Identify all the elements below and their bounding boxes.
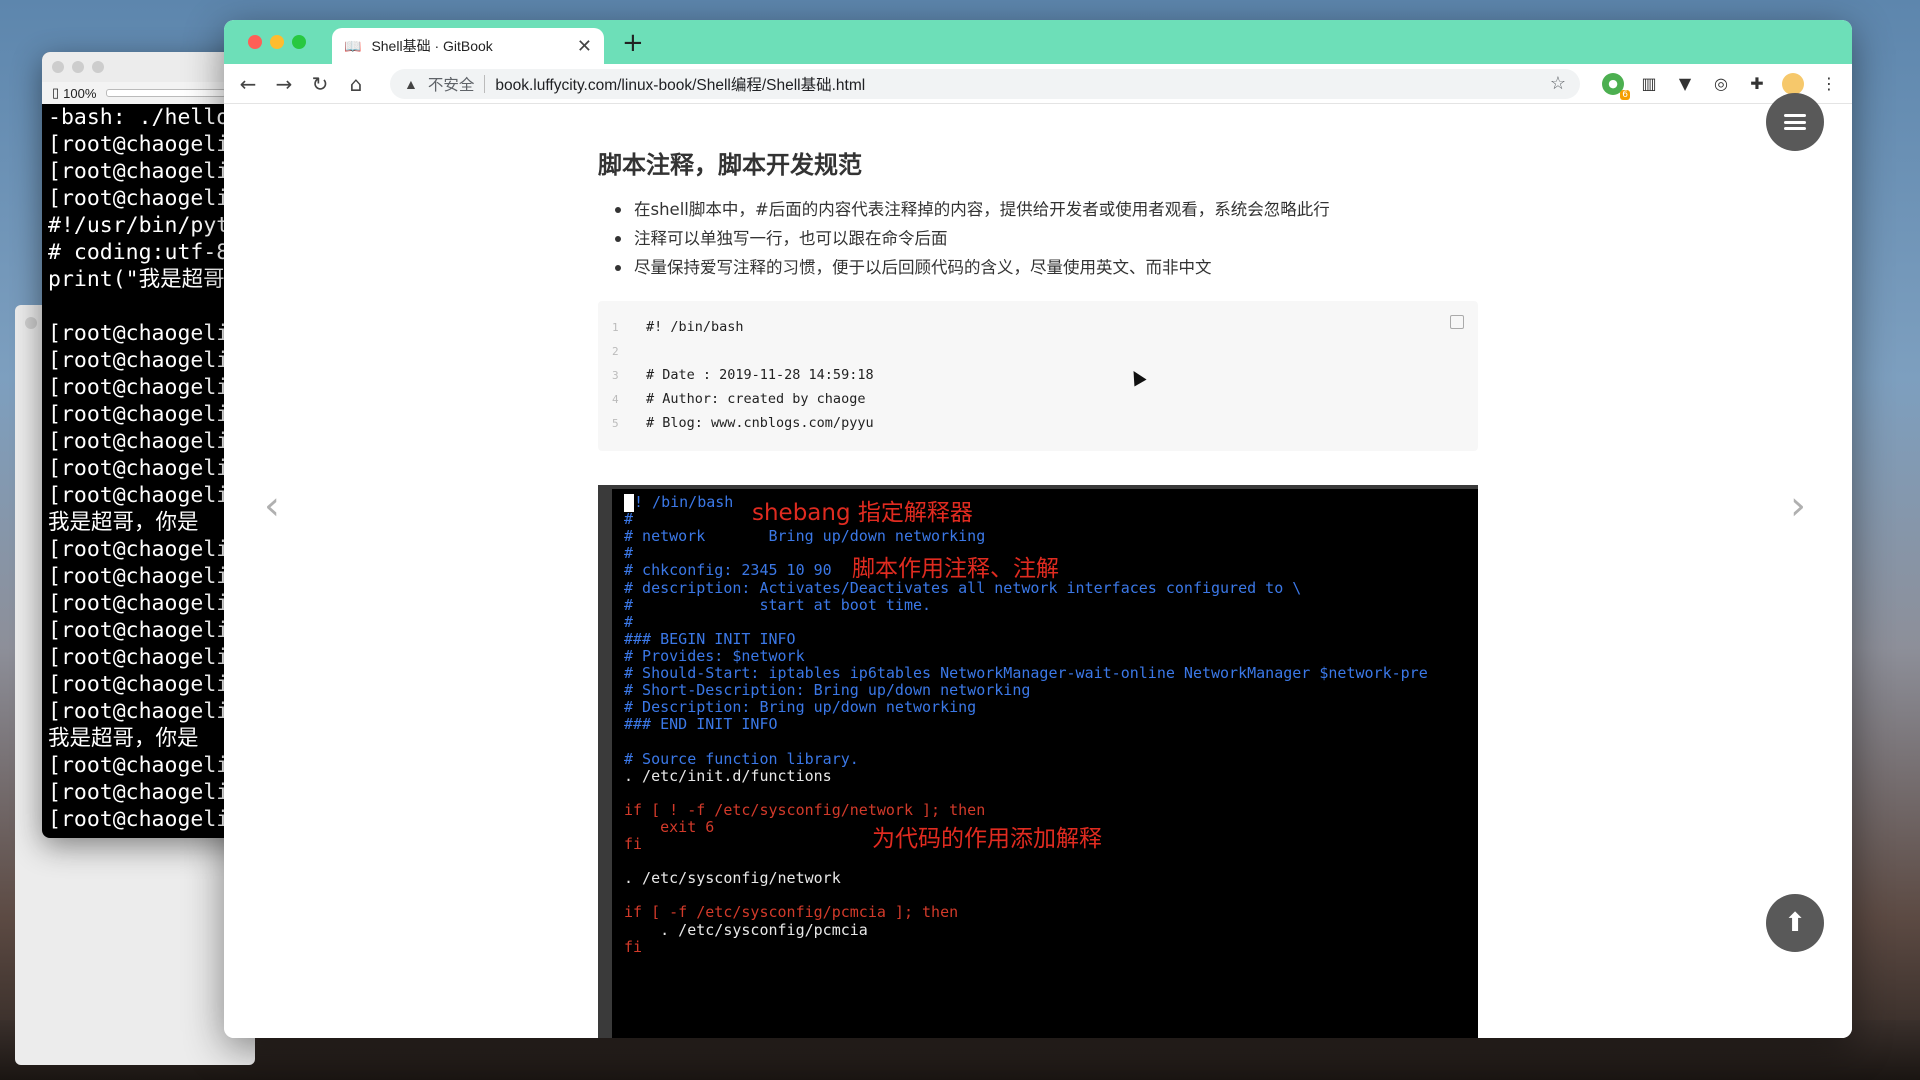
arrow-right-icon[interactable]: → xyxy=(272,72,296,96)
close-window-button[interactable] xyxy=(248,35,262,49)
arrow-left-icon[interactable]: ← xyxy=(236,72,260,96)
extension-v-icon[interactable]: ▼ xyxy=(1674,73,1696,95)
browser-toolbar: ← → ↻ ⌂ ▲ 不安全 book.luffycity.com/linux-b… xyxy=(224,64,1852,104)
zoom-level: 100% xyxy=(63,85,97,101)
script-line: . /etc/sysconfig/network xyxy=(624,869,841,888)
browser-window[interactable]: 📖 Shell基础 · GitBook ✕ + ← → ↻ ⌂ ▲ 不安全 bo… xyxy=(224,20,1852,1038)
script-line: fi xyxy=(624,835,643,853)
text-cursor xyxy=(624,493,634,512)
reload-icon[interactable]: ↻ xyxy=(308,72,332,96)
minimize-dot[interactable] xyxy=(72,61,84,73)
script-line: # xyxy=(624,612,634,631)
list-item: 注释可以单独写一行，也可以跟在命令后面 xyxy=(612,224,1330,253)
address-bar[interactable]: ▲ 不安全 book.luffycity.com/linux-book/Shel… xyxy=(390,68,1580,99)
script-line: if [ -f /etc/sysconfig/pcmcia ]; then xyxy=(624,903,959,922)
avatar[interactable] xyxy=(1782,72,1804,95)
list-item: 在shell脚本中，#后面的内容代表注释掉的内容，提供给开发者或使用者观看，系统… xyxy=(612,195,1330,224)
script-line: ### END INIT INFO xyxy=(624,715,778,734)
maximize-window-button[interactable] xyxy=(292,35,306,49)
code-text: # Author: created by chaoge xyxy=(646,391,866,407)
script-line: # Description: Bring up/down networking xyxy=(624,698,977,717)
list-item: 尽量保持爱写注释的习惯，便于以后回顾代码的含义，尽量使用英文、而非中文 xyxy=(612,253,1330,282)
close-tab-icon[interactable]: ✕ xyxy=(577,36,592,57)
script-line: ### BEGIN INIT INFO xyxy=(624,629,796,648)
zoom-dot[interactable] xyxy=(92,61,104,73)
script-line: # Short-Description: Bring up/down netwo… xyxy=(624,681,1031,700)
tab-active[interactable]: 📖 Shell基础 · GitBook ✕ xyxy=(332,28,604,64)
script-line: . /etc/init.d/functions xyxy=(624,766,832,785)
code-line: 2 xyxy=(612,343,646,358)
page-title: 脚本注释，脚本开发规范 xyxy=(598,151,862,179)
puzzle-icon[interactable]: ✚ xyxy=(1746,73,1768,95)
copy-icon[interactable] xyxy=(1450,315,1464,329)
code-line: 5 # Blog: www.cnblogs.com/pyyu xyxy=(612,415,874,431)
script-line: # Provides: $network xyxy=(624,646,805,665)
script-line: # network Bring up/down networking xyxy=(624,527,986,546)
lock-icon: ▯ xyxy=(52,85,60,100)
bookmark-star-icon[interactable]: ☆ xyxy=(1550,73,1566,94)
code-line: 4 # Author: created by chaoge xyxy=(612,391,865,407)
home-icon[interactable]: ⌂ xyxy=(344,72,368,96)
arrow-up-icon[interactable]: ⬆ xyxy=(1766,894,1824,952)
script-line: # description: Activates/Deactivates all… xyxy=(624,578,1302,597)
code-line: 1 #! /bin/bash xyxy=(612,319,744,335)
insecure-label[interactable]: 不安全 xyxy=(428,73,475,95)
zoom-bar[interactable] xyxy=(106,89,227,97)
script-line: fi xyxy=(624,937,643,956)
annotated-script-image: shebang 指定解释器 脚本作用注释、注解 为代码的作用添加解释 ! /bi… xyxy=(598,485,1478,1038)
script-line: # Source function library. xyxy=(624,749,859,768)
line-number: 4 xyxy=(612,393,619,406)
bullet-list: 在shell脚本中，#后面的内容代表注释掉的内容，提供给开发者或使用者观看，系统… xyxy=(612,195,1330,282)
line-number: 1 xyxy=(612,321,619,334)
kebab-menu-icon[interactable]: ⋮ xyxy=(1818,73,1840,95)
extension-icons: ● 6 ▥ ▼ ◎ ✚ ⋮ xyxy=(1602,72,1840,100)
code-line: 3 # Date : 2019-11-28 14:59:18 xyxy=(612,367,874,383)
code-text: #! /bin/bash xyxy=(646,319,744,335)
extension-circle-icon[interactable]: ◎ xyxy=(1710,73,1732,95)
warning-icon[interactable]: ▲ xyxy=(404,76,418,92)
hamburger-icon[interactable] xyxy=(1766,93,1824,151)
tab-strip: 📖 Shell基础 · GitBook ✕ + xyxy=(224,20,1852,64)
new-tab-button[interactable]: + xyxy=(622,28,644,58)
script-line: if [ ! -f /etc/sysconfig/network ]; then xyxy=(624,800,986,819)
page-content: 脚本注释，脚本开发规范 在shell脚本中，#后面的内容代表注释掉的内容，提供给… xyxy=(224,105,1852,1038)
book-icon: 📖 xyxy=(344,37,362,54)
script-line: # xyxy=(624,544,634,563)
previous-page-icon[interactable]: ‹ xyxy=(264,483,280,529)
script-line: exit 6 xyxy=(624,817,715,836)
extension-bars-icon[interactable]: ▥ xyxy=(1638,73,1660,95)
close-dot[interactable] xyxy=(52,61,64,73)
script-line: # xyxy=(624,510,634,529)
script-line: # Should-Start: iptables ip6tables Netwo… xyxy=(624,664,1428,682)
script-line: ! /bin/bash xyxy=(624,493,733,512)
annotation-code-explain: 为代码的作用添加解释 xyxy=(872,826,1102,852)
annotation-shebang: shebang 指定解释器 xyxy=(752,500,973,526)
script-line: # chkconfig: 2345 10 90 xyxy=(624,561,832,580)
extension-green-icon[interactable]: ● 6 xyxy=(1602,72,1630,100)
divider xyxy=(484,74,486,93)
code-block[interactable]: 1 #! /bin/bash 2 3 # Date : 2019-11-28 14:… xyxy=(598,301,1478,451)
line-number: 5 xyxy=(612,417,619,430)
script-line: . /etc/sysconfig/pcmcia xyxy=(624,920,868,939)
minimize-window-button[interactable] xyxy=(270,35,284,49)
code-text: # Blog: www.cnblogs.com/pyyu xyxy=(646,415,874,431)
line-number: 2 xyxy=(612,345,619,358)
next-page-icon[interactable]: › xyxy=(1790,483,1806,529)
url-text[interactable]: book.luffycity.com/linux-book/Shell编程/Sh… xyxy=(495,73,1539,95)
line-number: 3 xyxy=(612,369,619,382)
script-line: # start at boot time. xyxy=(624,595,932,614)
tab-title: Shell基础 · GitBook xyxy=(371,38,493,54)
code-text: # Date : 2019-11-28 14:59:18 xyxy=(646,367,874,383)
